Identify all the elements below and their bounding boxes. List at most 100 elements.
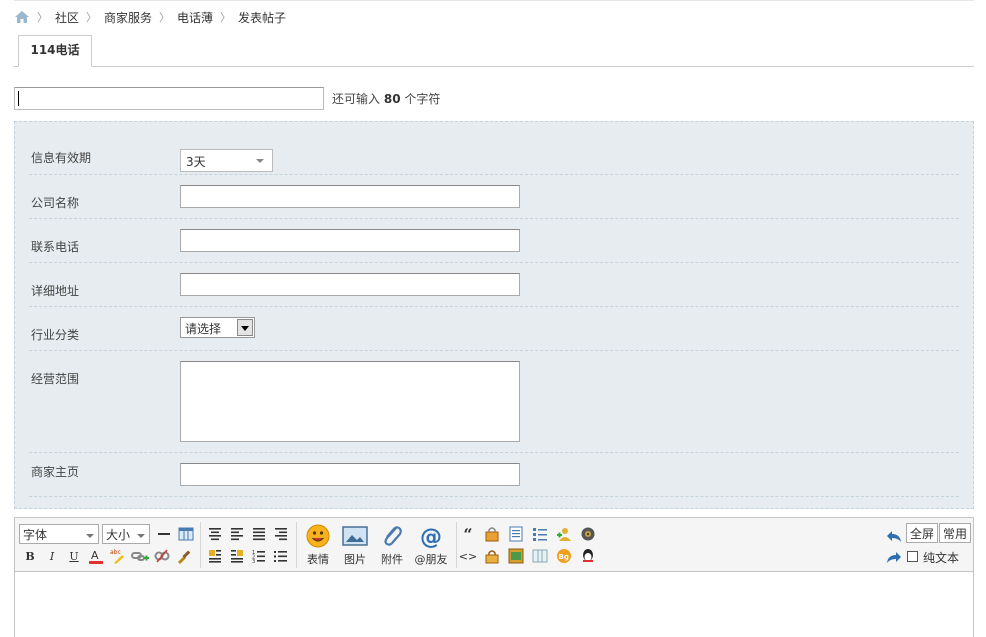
svg-text:abc: abc [110,549,121,556]
industry-value: 请选择 [185,322,222,336]
smiley-icon [305,524,331,548]
ordered-list-icon[interactable]: 123 [250,547,268,565]
list-items-icon[interactable] [531,525,549,543]
emoji-button[interactable]: 表情 [300,524,336,567]
scope-textarea[interactable] [180,361,520,442]
paperclip-icon [379,524,405,548]
title-input[interactable] [14,87,324,110]
at-sign-icon: @ [418,524,444,548]
counter-prefix: 还可输入 [332,92,381,106]
mention-friend-label: @朋友 [414,553,448,566]
text-color-icon[interactable]: A [87,547,105,565]
user-add-icon[interactable] [555,525,573,543]
toolbar-separator [456,522,457,568]
chevron-right-icon: 〉 [86,11,98,24]
highlight-icon[interactable]: abc [109,547,127,565]
toolbar-separator [296,522,297,568]
tab-bar-divider [14,66,974,67]
undo-icon[interactable] [885,527,903,545]
industry-select[interactable]: 请选择 [180,317,255,338]
text-caret [18,91,19,106]
float-right-icon[interactable] [228,547,246,565]
hide-content-icon[interactable] [483,547,501,565]
svg-text:Bg: Bg [559,553,569,561]
breadcrumb-phonebook[interactable]: 电话薄 [177,9,213,26]
unlink-icon[interactable] [153,547,171,565]
homepage-label: 商家主页 [31,465,80,479]
svg-text:3: 3 [252,559,255,563]
qq-icon[interactable] [579,547,597,565]
redo-icon[interactable] [885,548,903,566]
image-button[interactable]: 图片 [337,524,373,567]
row-phone: 联系电话 [29,219,959,263]
font-family-select[interactable]: 字体 [19,524,99,544]
bold-icon[interactable]: B [21,547,39,565]
char-counter: 还可输入 80 个字符 [332,90,440,107]
fullscreen-button[interactable]: 全屏 [906,523,939,543]
image-icon [342,524,368,548]
media-icon[interactable] [579,525,597,543]
counter-suffix: 个字符 [404,92,441,106]
toolbar-separator [200,522,201,568]
font-family-label: 字体 [23,528,48,542]
address-input[interactable] [180,273,520,296]
row-homepage: 商家主页 [29,453,959,497]
attachment-button[interactable]: 附件 [374,524,410,567]
rich-text-editor: 字体 大小 B I U A abc 123 表情 图片 附件 @ @朋友 “ <> [14,517,974,637]
code-icon[interactable]: <> [459,547,477,565]
scope-label: 经营范围 [31,372,80,386]
chevron-right-icon: 〉 [37,11,48,24]
mention-friend-button[interactable]: @ @朋友 [411,524,451,567]
homepage-input[interactable] [180,463,520,486]
font-size-select[interactable]: 大小 [102,524,150,544]
industry-label: 行业分类 [31,328,80,342]
breadcrumb-community[interactable]: 社区 [55,9,79,26]
common-button[interactable]: 常用 [939,523,972,543]
emoji-label: 表情 [307,553,329,566]
plaintext-checkbox[interactable] [907,551,918,562]
columns-icon[interactable] [531,547,549,565]
breadcrumb-merchant-services[interactable]: 商家服务 [104,9,152,26]
validity-select[interactable]: 3天 [180,149,273,172]
home-icon[interactable] [14,10,30,24]
chevron-down-icon [137,534,145,538]
phone-input[interactable] [180,229,520,252]
align-center-icon[interactable] [206,525,224,543]
font-size-label: 大小 [106,528,131,542]
svg-text:@: @ [420,525,442,548]
horizontal-rule-icon[interactable] [155,525,173,543]
clear-format-icon[interactable] [175,547,193,565]
underline-icon[interactable]: U [65,547,83,565]
validity-value: 3天 [186,155,206,169]
unordered-list-icon[interactable] [272,547,290,565]
row-industry: 行业分类 请选择 [29,307,959,351]
tab-114-phone[interactable]: 114电话 [18,35,92,67]
align-justify-icon[interactable] [250,525,268,543]
breadcrumb: 〉 社区 〉 商家服务 〉 电话薄 〉 发表帖子 [14,7,286,27]
breadcrumb-current: 发表帖子 [238,10,287,25]
align-left-icon[interactable] [228,525,246,543]
image-label: 图片 [344,553,366,566]
italic-icon[interactable]: I [43,547,61,565]
dropdown-arrow-icon[interactable] [237,319,253,336]
svg-text:A: A [91,549,99,562]
row-company: 公司名称 [29,175,959,219]
table-icon[interactable] [177,525,195,543]
row-scope: 经营范围 [29,351,959,453]
editor-content-area[interactable] [15,573,973,637]
add-link-icon[interactable] [131,547,149,565]
validity-label: 信息有效期 [31,151,92,165]
quote-icon[interactable]: “ [459,525,477,544]
float-left-icon[interactable] [206,547,224,565]
top-divider [14,0,974,1]
plaintext-label: 纯文本 [923,551,960,565]
page-break-icon[interactable] [507,525,525,543]
company-input[interactable] [180,185,520,208]
post-image-icon[interactable] [507,547,525,565]
editor-toolbar: 字体 大小 B I U A abc 123 表情 图片 附件 @ @朋友 “ <> [15,518,973,572]
chevron-right-icon: 〉 [159,11,171,24]
free-content-icon[interactable] [483,525,501,543]
align-right-icon[interactable] [272,525,290,543]
attachment-label: 附件 [381,553,403,566]
background-icon[interactable]: Bg [555,547,573,565]
